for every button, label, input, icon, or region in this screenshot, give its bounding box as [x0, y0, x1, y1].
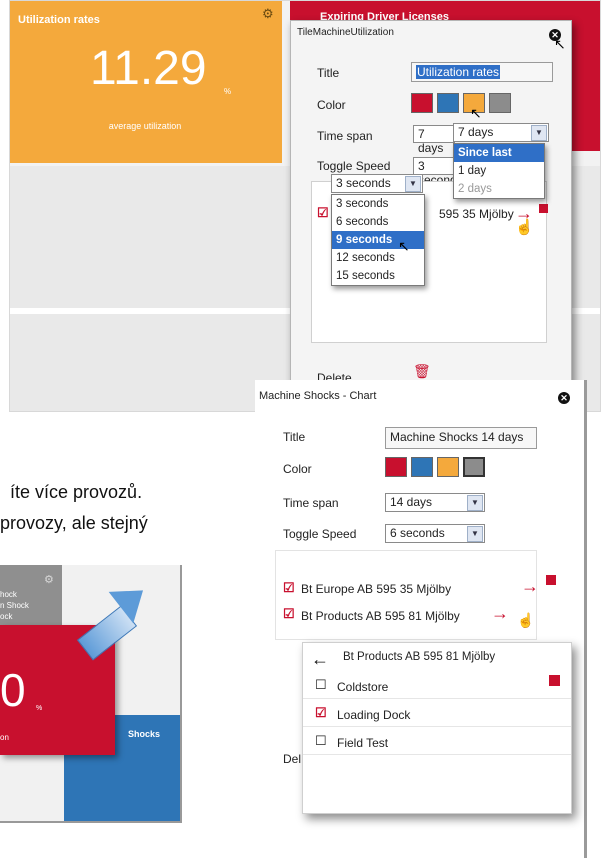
- option-15-seconds[interactable]: 15 seconds: [332, 267, 424, 285]
- timespan-dropdown-value: 7 days: [458, 125, 494, 139]
- color-swatch-gray[interactable]: [489, 93, 511, 113]
- tile-title: Utilization rates: [18, 14, 100, 26]
- site-subpanel: ← Bt Products AB 595 81 Mjölby ☐ Coldsto…: [302, 642, 572, 814]
- mouse-cursor-icon: ↖: [554, 36, 566, 52]
- hand-cursor-icon: ☝: [515, 219, 534, 236]
- checkbox-checked-icon[interactable]: ☑: [283, 606, 295, 622]
- red-tile-caption: on: [0, 733, 9, 742]
- color-swatch-red[interactable]: [385, 457, 407, 477]
- bottom-screenshot: hock n Shock ock ⚙ Shocks 0 % on: [0, 565, 182, 823]
- tile-list-item: n Shock: [0, 601, 29, 610]
- timespan-dropdown[interactable]: 7 days ▼: [453, 123, 549, 142]
- arrow-right-icon[interactable]: →: [491, 603, 509, 624]
- mouse-cursor-icon: ↖: [398, 238, 410, 254]
- checkbox-unchecked-icon[interactable]: ☐: [315, 677, 327, 693]
- tile-list-item: ock: [0, 612, 13, 621]
- trash-icon[interactable]: 🗑: [413, 363, 431, 380]
- toggle-speed-select[interactable]: 6 seconds ▼: [385, 524, 485, 543]
- toggle-speed-label: Toggle Speed: [283, 527, 357, 541]
- doc-text-line: íte více provozů.: [10, 482, 143, 502]
- utilization-tile[interactable]: Utilization rates 11.29 % average utiliz…: [10, 1, 282, 163]
- chevron-down-icon[interactable]: ▼: [467, 495, 483, 511]
- toggle-speed-dropdown[interactable]: 3 seconds ▼: [331, 174, 423, 193]
- color-swatch-blue[interactable]: [411, 457, 433, 477]
- title-input-value: Utilization rates: [416, 65, 501, 79]
- title-input[interactable]: Machine Shocks 14 days: [385, 427, 537, 449]
- checkbox-checked-icon[interactable]: ☑: [283, 580, 295, 596]
- tile-caption: average utilization: [108, 121, 182, 131]
- toggle-dropdown-value: 3 seconds: [336, 176, 391, 190]
- tile-value: 11.29: [90, 42, 207, 95]
- timespan-label: Time span: [317, 129, 373, 143]
- color-label: Color: [317, 98, 346, 112]
- toggle-speed-label: Toggle Speed: [317, 159, 391, 173]
- color-label: Color: [283, 462, 312, 476]
- timespan-value: 14 days: [390, 495, 433, 509]
- item-label: Field Test: [337, 736, 389, 750]
- title-label: Title: [283, 430, 306, 444]
- item-label: Coldstore: [337, 680, 389, 694]
- red-tile-value: 0: [0, 664, 26, 716]
- back-arrow-icon[interactable]: ←: [311, 649, 329, 670]
- color-swatch-gray[interactable]: [463, 457, 485, 477]
- mouse-cursor-icon: ↖: [470, 105, 482, 121]
- timespan-select[interactable]: 7 days: [413, 125, 455, 155]
- color-swatch-blue[interactable]: [437, 93, 459, 113]
- gear-icon[interactable]: ⚙: [262, 6, 274, 22]
- blue-tile-label: Shocks: [128, 729, 161, 739]
- option-2-days[interactable]: 2 days: [454, 180, 544, 198]
- toggle-speed-value: 6 seconds: [390, 526, 445, 540]
- row-label: 595 35 Mjölby: [439, 207, 514, 221]
- chevron-down-icon[interactable]: ▼: [405, 176, 421, 192]
- color-swatch-orange[interactable]: [437, 457, 459, 477]
- option-12-seconds[interactable]: 12 seconds: [332, 249, 424, 267]
- subpanel-header: Bt Products AB 595 81 Mjölby: [343, 651, 496, 663]
- toggle-speed-options-list: 3 seconds 6 seconds 9 seconds 12 seconds…: [331, 194, 425, 286]
- list-item-label[interactable]: Bt Products AB 595 81 Mjölby: [301, 609, 460, 623]
- option-3-seconds[interactable]: 3 seconds: [332, 195, 424, 213]
- color-swatch-red[interactable]: [411, 93, 433, 113]
- hand-cursor-icon: ☝: [517, 612, 535, 628]
- doc-text-line: provozy, ale stejný: [0, 513, 148, 533]
- timespan-options-list: Since last login 1 day 2 days: [453, 143, 545, 199]
- delete-label[interactable]: Del: [283, 752, 301, 766]
- option-1-day[interactable]: 1 day: [454, 162, 544, 180]
- title-label: Title: [317, 66, 340, 80]
- tile-list-item: hock: [0, 590, 17, 599]
- checkbox-checked-icon[interactable]: ☑: [315, 705, 327, 721]
- color-marker: [539, 204, 548, 213]
- chevron-down-icon[interactable]: ▼: [531, 125, 547, 141]
- arrow-right-icon[interactable]: →: [521, 576, 539, 597]
- title-input[interactable]: Utilization rates: [411, 62, 553, 82]
- list-item-label[interactable]: Bt Europe AB 595 35 Mjölby: [301, 582, 451, 596]
- color-marker: [546, 575, 556, 585]
- item-label: Loading Dock: [337, 708, 411, 722]
- option-since-last-login[interactable]: Since last login: [454, 144, 544, 175]
- checkbox-checked-icon[interactable]: ☑: [317, 205, 329, 221]
- tile-list: hock n Shock ock: [0, 589, 29, 622]
- option-9-seconds[interactable]: 9 seconds: [332, 231, 424, 249]
- gear-icon: ⚙: [44, 574, 54, 586]
- close-icon[interactable]: ✕: [558, 392, 570, 404]
- option-6-seconds[interactable]: 6 seconds: [332, 213, 424, 231]
- chevron-down-icon[interactable]: ▼: [467, 526, 483, 542]
- dialog-title: TileMachineUtilization: [297, 27, 394, 38]
- tile-unit: %: [224, 87, 232, 96]
- timespan-label: Time span: [283, 496, 339, 510]
- checkbox-unchecked-icon[interactable]: ☐: [315, 733, 327, 749]
- chart-dialog-title: Machine Shocks - Chart: [259, 390, 377, 402]
- timespan-select[interactable]: 14 days ▼: [385, 493, 485, 512]
- red-tile-unit: %: [36, 705, 43, 712]
